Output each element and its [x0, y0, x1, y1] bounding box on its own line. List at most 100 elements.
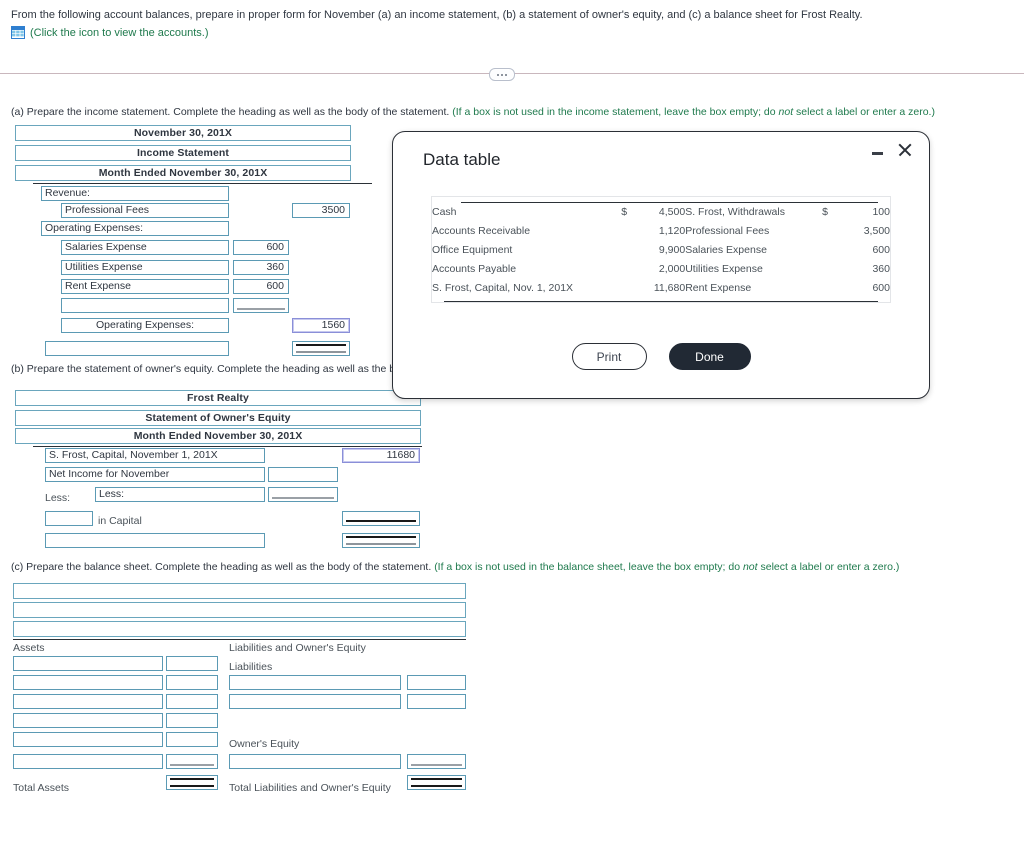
- data-table-container: Cash $ 4,500 S. Frost, Withdrawals $ 100…: [431, 196, 891, 303]
- asset-row-label-1[interactable]: [13, 656, 163, 671]
- income-header-2[interactable]: Income Statement: [15, 145, 351, 161]
- section-a-note: (If a box is not used in the income stat…: [452, 106, 935, 118]
- balance-heading-rule: [13, 639, 466, 640]
- asset-row-label-4[interactable]: [13, 713, 163, 728]
- balance-header-3[interactable]: [13, 621, 466, 637]
- question-prompt: From the following account balances, pre…: [11, 8, 1001, 39]
- equity-header-2[interactable]: Statement of Owner's Equity: [15, 410, 421, 426]
- income-row-total-operating-expenses[interactable]: 1560: [292, 318, 350, 333]
- asset-row-label-5[interactable]: [13, 732, 163, 747]
- asset-row-amount-3[interactable]: [166, 694, 218, 709]
- equity-row-label-capital-nov30[interactable]: [45, 533, 265, 548]
- view-accounts-link[interactable]: (Click the icon to view the accounts.): [30, 27, 209, 39]
- income-row-label-salaries[interactable]: Salaries Expense: [61, 240, 229, 255]
- liability-row-label-1[interactable]: [229, 675, 401, 690]
- equity-row-total-capital-nov30[interactable]: [342, 533, 420, 548]
- equity-row-label-less[interactable]: Less:: [95, 487, 265, 502]
- total-assets-label: Total Assets: [13, 782, 70, 794]
- accounts-table-body: Cash $ 4,500 S. Frost, Withdrawals $ 100…: [432, 203, 890, 298]
- income-row-label-rent[interactable]: Rent Expense: [61, 279, 229, 294]
- income-row-label-net-income[interactable]: [45, 341, 229, 356]
- income-row-amount-utilities[interactable]: 360: [233, 260, 289, 275]
- print-button[interactable]: Print: [571, 343, 647, 370]
- income-row-label-blank[interactable]: [61, 298, 229, 313]
- owners-equity-row-label[interactable]: [229, 754, 401, 769]
- account-name-2: Rent Expense: [685, 282, 752, 294]
- income-row-label-professional-fees[interactable]: Professional Fees: [61, 203, 229, 218]
- table-bottom-rule: [444, 301, 878, 302]
- income-row-label-operating-expenses-total[interactable]: Operating Expenses:: [61, 318, 229, 333]
- account-value-2: 360: [872, 263, 890, 275]
- equity-row-total-capital-nov1[interactable]: 11680: [342, 448, 420, 463]
- grid-table-icon[interactable]: [11, 26, 25, 39]
- liability-row-amount-1[interactable]: [407, 675, 466, 690]
- income-header-3[interactable]: Month Ended November 30, 201X: [15, 165, 351, 181]
- handle-dot: [505, 73, 507, 76]
- currency-symbol-2: [812, 260, 838, 279]
- income-row-amount-salaries[interactable]: 600: [233, 240, 289, 255]
- liability-row-amount-2[interactable]: [407, 694, 466, 709]
- done-button[interactable]: Done: [668, 343, 751, 370]
- view-accounts-row[interactable]: (Click the icon to view the accounts.): [11, 26, 1001, 39]
- asset-row-amount-4[interactable]: [166, 713, 218, 728]
- income-row-total-net-income[interactable]: [292, 341, 350, 356]
- equity-row-label-capital-nov1[interactable]: S. Frost, Capital, November 1, 201X: [45, 448, 265, 463]
- liability-row-label-2[interactable]: [229, 694, 401, 709]
- worksheet-page: From the following account balances, pre…: [0, 0, 1024, 854]
- handle-dot: [501, 73, 503, 76]
- account-name-2: Salaries Expense: [685, 244, 767, 256]
- income-row-amount-rent[interactable]: 600: [233, 279, 289, 294]
- asset-row-amount-1[interactable]: [166, 656, 218, 671]
- equity-header-3[interactable]: Month Ended November 30, 201X: [15, 428, 421, 444]
- owners-equity-row-amount[interactable]: [407, 754, 466, 769]
- account-value: 1,120: [658, 225, 686, 237]
- total-liabilities-owners-equity-amount[interactable]: [407, 775, 466, 790]
- section-c-instruction: (c) Prepare the balance sheet. Complete …: [11, 561, 899, 574]
- income-row-label-operating-expenses[interactable]: Operating Expenses:: [41, 221, 229, 236]
- asset-row-label-2[interactable]: [13, 675, 163, 690]
- section-c-note: (If a box is not used in the balance she…: [434, 561, 899, 573]
- balance-header-2[interactable]: [13, 602, 466, 618]
- income-row-total-professional-fees[interactable]: 3500: [292, 203, 350, 218]
- asset-row-amount-6[interactable]: [166, 754, 218, 769]
- equity-row-amount-net-income[interactable]: [268, 467, 338, 482]
- note-italic: not: [778, 106, 794, 118]
- table-row: Accounts Receivable 1,120 Professional F…: [432, 222, 890, 241]
- close-icon[interactable]: [895, 140, 915, 160]
- total-liabilities-owners-equity-label: Total Liabilities and Owner's Equity: [229, 782, 391, 794]
- equity-row-label-increase-decrease[interactable]: [45, 511, 93, 526]
- asset-row-amount-2[interactable]: [166, 675, 218, 690]
- asset-row-amount-5[interactable]: [166, 732, 218, 747]
- total-assets-amount[interactable]: [166, 775, 218, 790]
- currency-symbol-2: [812, 241, 838, 260]
- asset-row-label-3[interactable]: [13, 694, 163, 709]
- account-name: S. Frost, Capital, Nov. 1, 201X: [432, 282, 574, 294]
- liabilities-label: Liabilities: [229, 661, 273, 673]
- divider-handle[interactable]: [489, 68, 515, 81]
- income-row-amount-subtotal-rule[interactable]: [233, 298, 289, 313]
- equity-header-1[interactable]: Frost Realty: [15, 390, 421, 406]
- income-row-label-utilities[interactable]: Utilities Expense: [61, 260, 229, 275]
- income-row-label-revenue[interactable]: Revenue:: [41, 186, 229, 201]
- equity-row-total-change[interactable]: [342, 511, 420, 526]
- table-row: Accounts Payable 2,000 Utilities Expense…: [432, 260, 890, 279]
- section-a-instruction-text: (a) Prepare the income statement. Comple…: [11, 106, 450, 118]
- currency-symbol-2: [812, 279, 838, 298]
- income-heading-rule: [33, 183, 372, 184]
- data-table-dialog: Data table Cash $ 4,500 S. Frost, Withdr…: [392, 131, 930, 399]
- currency-symbol-2: [812, 222, 838, 241]
- table-top-rule: [461, 202, 878, 203]
- equity-heading-rule: [33, 446, 422, 447]
- currency-symbol: [611, 260, 637, 279]
- accounts-table: Cash $ 4,500 S. Frost, Withdrawals $ 100…: [432, 203, 890, 298]
- equity-row-amount-less[interactable]: [268, 487, 338, 502]
- dialog-title: Data table: [423, 150, 501, 169]
- balance-header-1[interactable]: [13, 583, 466, 599]
- currency-symbol: [611, 279, 637, 298]
- income-header-1[interactable]: November 30, 201X: [15, 125, 351, 141]
- equity-row-label-net-income[interactable]: Net Income for November: [45, 467, 265, 482]
- minimize-icon[interactable]: [871, 145, 885, 159]
- currency-symbol-2: $: [822, 206, 828, 218]
- asset-row-label-6[interactable]: [13, 754, 163, 769]
- section-b-instruction-text: (b) Prepare the statement of owner's equ…: [11, 363, 413, 375]
